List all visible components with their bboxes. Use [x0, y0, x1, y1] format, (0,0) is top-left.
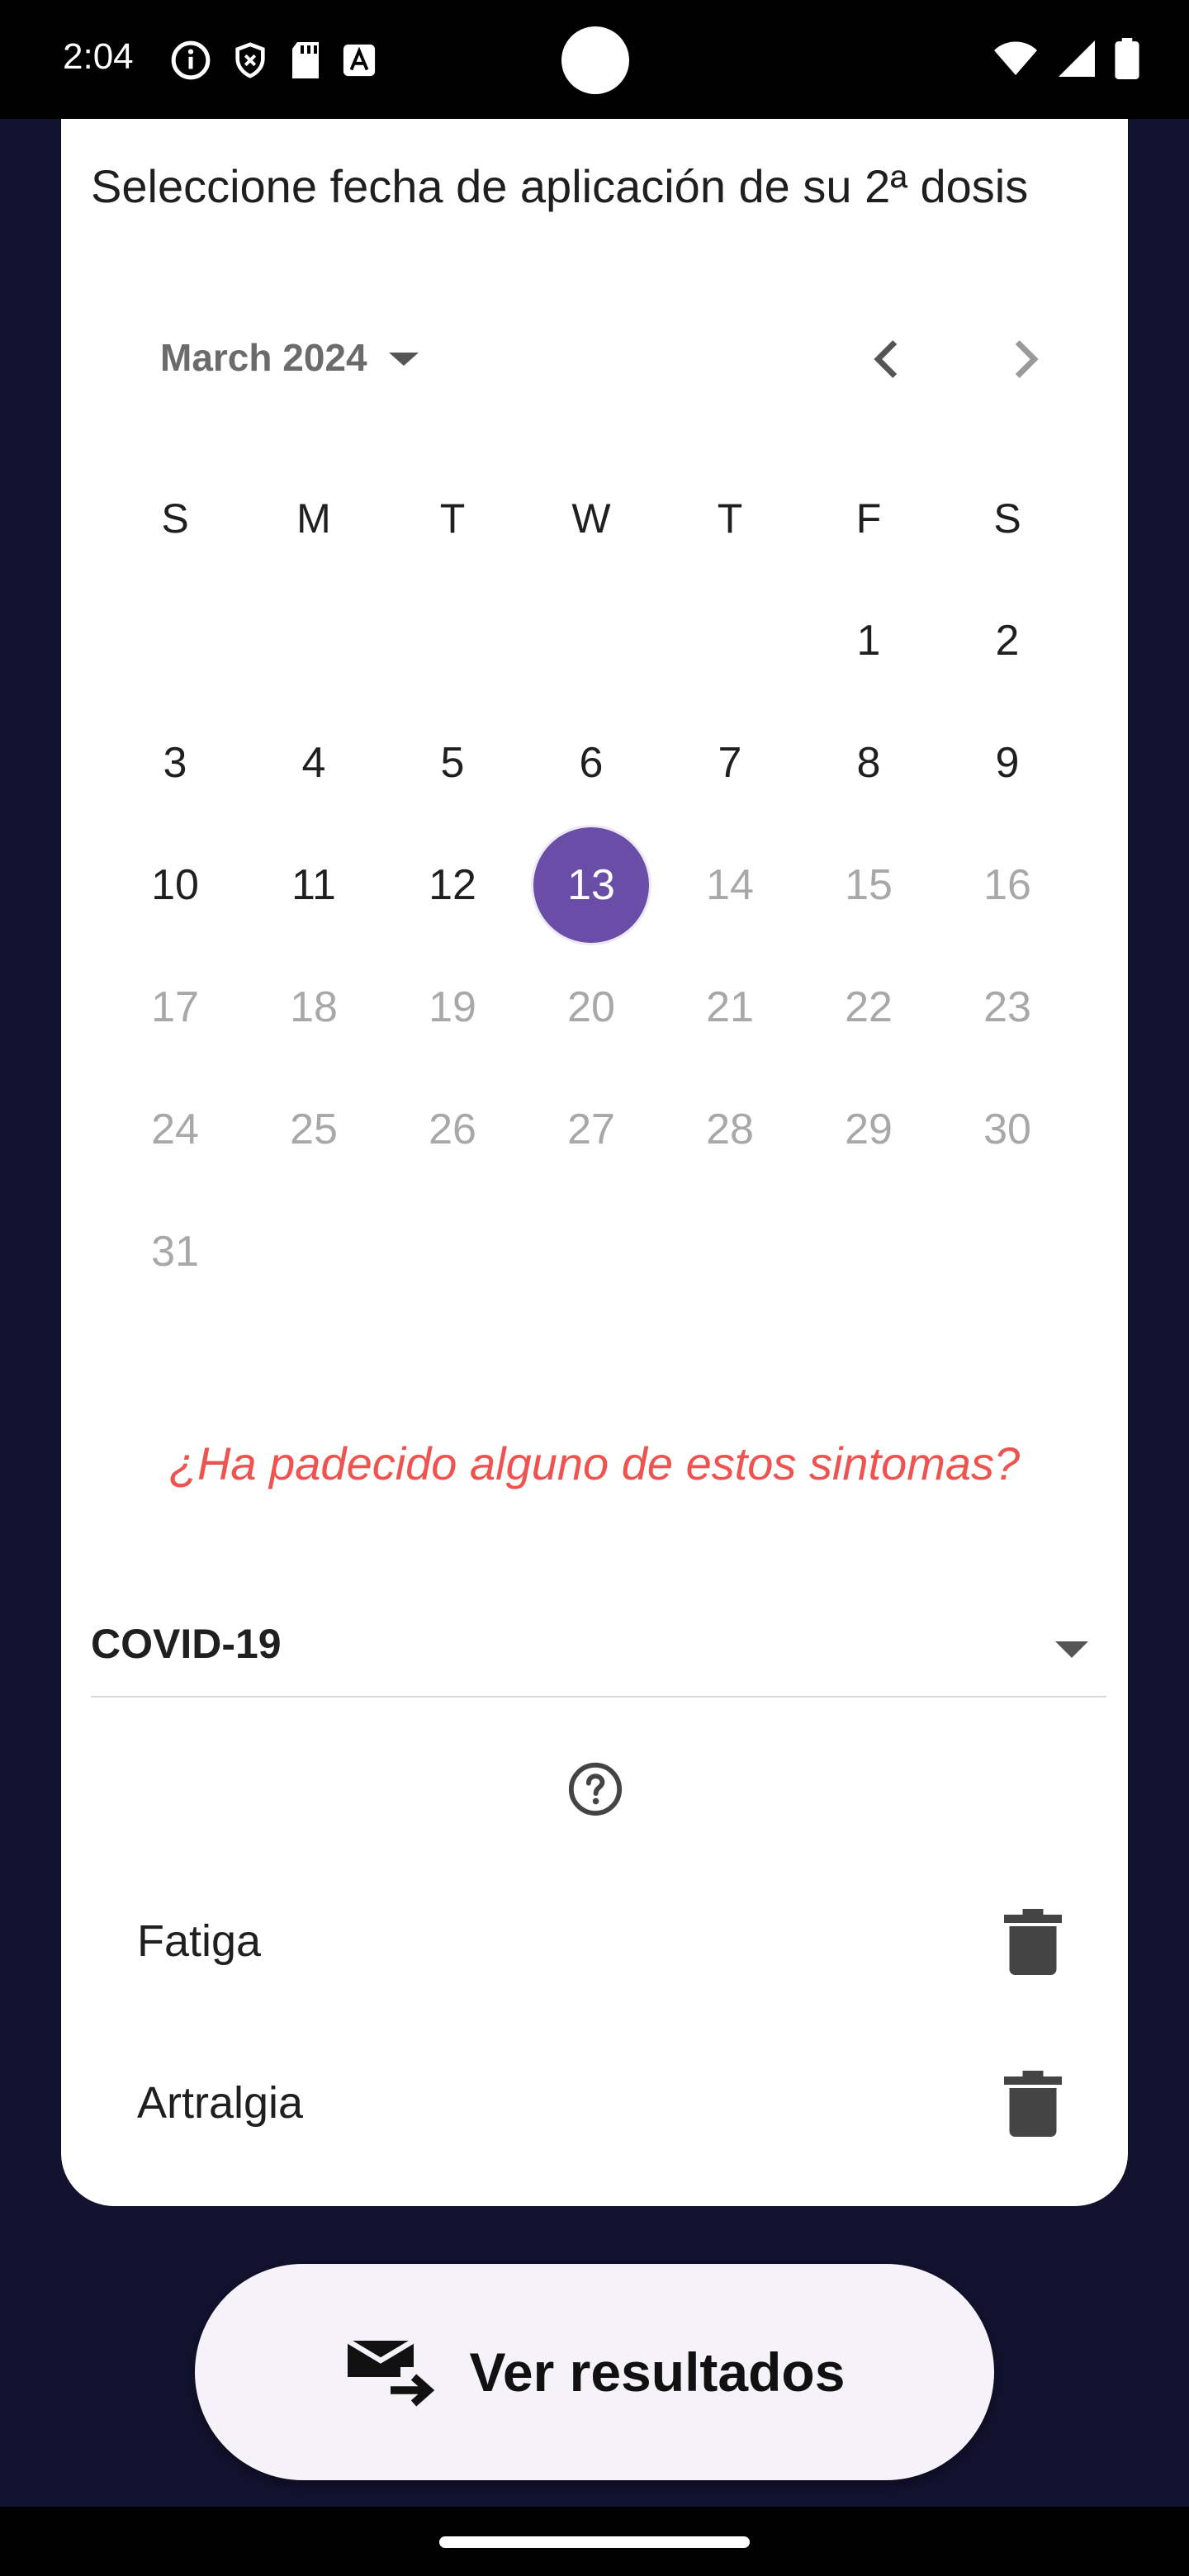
- calendar-week: 3 4 5 6 7 8 9: [106, 702, 1077, 824]
- weekday-label: W: [571, 495, 611, 542]
- calendar-empty-cell: [522, 1191, 661, 1313]
- calendar-week: 10 11 12 13 14 15 16: [106, 824, 1077, 946]
- sd-card-icon: [292, 42, 319, 78]
- info-icon: [171, 40, 211, 80]
- calendar-day-disabled: 28: [706, 1106, 754, 1153]
- dropdown-value: COVID-19: [91, 1621, 282, 1667]
- calendar-day-disabled: 24: [151, 1106, 199, 1153]
- weekday-label: T: [717, 495, 743, 542]
- view-results-button[interactable]: Ver resultados: [195, 2264, 994, 2480]
- status-bar: 2:04: [0, 0, 1189, 119]
- trash-icon[interactable]: [1004, 2071, 1062, 2137]
- calendar-day[interactable]: 1: [799, 580, 938, 702]
- calendar-grid: S M T W T F S 1 2 3 4 5 6 7 8 9 10 11 12…: [106, 457, 1077, 1313]
- calendar-day[interactable]: 10: [106, 824, 244, 946]
- calendar-day-disabled: 18: [290, 983, 338, 1031]
- content-card: Seleccione fecha de aplicación de su 2ª …: [61, 119, 1128, 2206]
- calendar-empty-cell: [244, 580, 383, 702]
- disease-dropdown[interactable]: COVID-19: [91, 1605, 1106, 1698]
- weekday-label: S: [161, 495, 189, 542]
- symptom-item: Artralgia: [137, 2054, 1062, 2153]
- calendar-day[interactable]: 9: [938, 702, 1077, 824]
- selected-day-label: 13: [533, 827, 649, 943]
- symptom-item: Fatiga: [137, 1892, 1062, 1991]
- calendar-day-disabled: 31: [151, 1228, 199, 1276]
- calendar-day-disabled: 20: [567, 983, 615, 1031]
- calendar-day[interactable]: 7: [661, 702, 799, 824]
- calendar-week: 17 18 19 20 21 22 23: [106, 946, 1077, 1068]
- camera-cutout: [561, 26, 629, 94]
- month-label: March 2024: [160, 336, 367, 379]
- calendar-day[interactable]: 2: [938, 580, 1077, 702]
- calendar-day-disabled: 25: [290, 1106, 338, 1153]
- symptom-label: Fatiga: [137, 1916, 262, 1966]
- calendar-day[interactable]: 4: [244, 702, 383, 824]
- mail-forward-icon: [345, 2338, 434, 2407]
- month-selector[interactable]: March 2024: [160, 335, 419, 380]
- calendar-day-disabled: 23: [983, 983, 1031, 1031]
- calendar-day[interactable]: 12: [383, 824, 522, 946]
- calendar-day-disabled: 15: [845, 861, 893, 909]
- text-icon: [343, 44, 376, 77]
- calendar-day-disabled: 16: [983, 861, 1031, 909]
- status-icons-left: [170, 40, 377, 81]
- view-results-label: Ver resultados: [469, 2342, 846, 2403]
- calendar-week: 1 2: [106, 580, 1077, 702]
- home-handle[interactable]: [439, 2536, 750, 2548]
- calendar-empty-cell: [383, 580, 522, 702]
- calendar-day-disabled: 21: [706, 983, 754, 1031]
- status-icons-right: [992, 38, 1139, 79]
- calendar-week: 31: [106, 1191, 1077, 1313]
- calendar-empty-cell: [661, 580, 799, 702]
- calendar-week: 24 25 26 27 28 29 30: [106, 1068, 1077, 1191]
- calendar-day-selected[interactable]: 13: [522, 824, 661, 946]
- symptom-label: Artralgia: [137, 2078, 304, 2128]
- caret-down-icon: [388, 353, 419, 366]
- chevron-right-icon[interactable]: [996, 330, 1054, 388]
- navigation-bar: [0, 2507, 1189, 2576]
- signal-icon: [1059, 40, 1095, 77]
- battery-icon: [1115, 38, 1139, 79]
- weekday-label: M: [296, 495, 331, 542]
- help-icon[interactable]: [566, 1760, 624, 1818]
- caret-down-icon: [1055, 1641, 1088, 1658]
- calendar-day-disabled: 30: [983, 1106, 1031, 1153]
- calendar-day[interactable]: 3: [106, 702, 244, 824]
- weekday-label: F: [855, 495, 882, 542]
- calendar-day-disabled: 22: [845, 983, 893, 1031]
- calendar-day[interactable]: 11: [244, 824, 383, 946]
- trash-icon[interactable]: [1004, 1909, 1062, 1975]
- calendar-day[interactable]: 6: [522, 702, 661, 824]
- shield-icon: [235, 42, 265, 78]
- weekday-label: T: [439, 495, 466, 542]
- calendar-day[interactable]: 5: [383, 702, 522, 824]
- wifi-icon: [994, 41, 1037, 75]
- calendar-empty-cell: [106, 580, 244, 702]
- calendar-empty-cell: [661, 1191, 799, 1313]
- calendar-day-disabled: 19: [429, 983, 476, 1031]
- calendar-empty-cell: [938, 1191, 1077, 1313]
- calendar-empty-cell: [383, 1191, 522, 1313]
- calendar-day-disabled: 29: [845, 1106, 893, 1153]
- calendar-day[interactable]: 8: [799, 702, 938, 824]
- chevron-left-icon[interactable]: [859, 330, 917, 388]
- weekday-label: S: [993, 495, 1021, 542]
- symptoms-question: ¿Ha padecido alguno de estos sintomas?: [168, 1437, 1021, 1489]
- calendar-day-disabled: 27: [567, 1106, 615, 1153]
- status-time: 2:04: [63, 36, 134, 77]
- weekday-header: S M T W T F S: [106, 457, 1077, 580]
- calendar-day-disabled: 26: [429, 1106, 476, 1153]
- calendar-empty-cell: [244, 1191, 383, 1313]
- calendar-empty-cell: [799, 1191, 938, 1313]
- calendar-day-disabled: 14: [706, 861, 754, 909]
- calendar-day-disabled: 17: [151, 983, 199, 1031]
- calendar-empty-cell: [522, 580, 661, 702]
- page-title: Seleccione fecha de aplicación de su 2ª …: [91, 160, 1029, 212]
